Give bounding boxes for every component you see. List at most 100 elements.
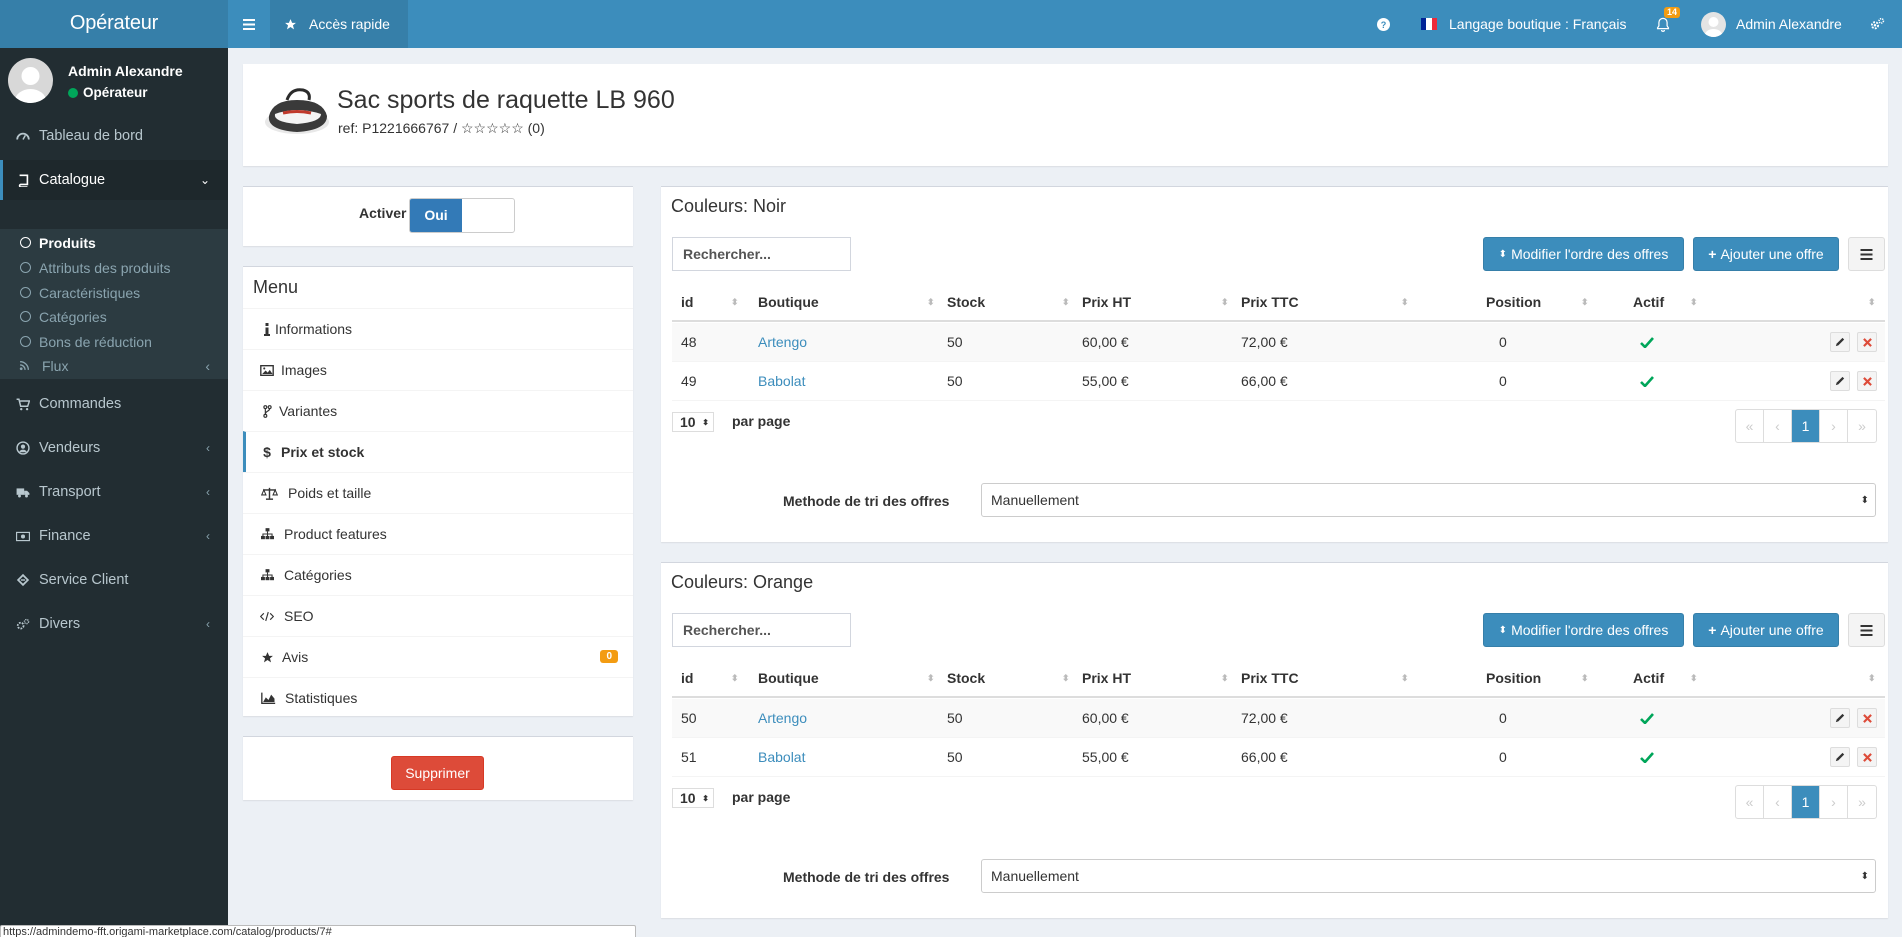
menu-item-variantes[interactable]: Variantes: [243, 390, 633, 431]
add-offer-button[interactable]: + Ajouter une offre: [1693, 613, 1839, 647]
menu-item-seo[interactable]: SEO: [243, 595, 633, 636]
column-header-position[interactable]: Position: [1486, 659, 1541, 696]
sort-arrows-icon[interactable]: ⬍: [1581, 297, 1589, 308]
column-header-id[interactable]: id: [681, 283, 693, 320]
quick-access-button[interactable]: Accès rapide: [270, 0, 408, 48]
edit-pencil-icon[interactable]: [1830, 371, 1850, 391]
delete-x-icon[interactable]: [1857, 371, 1877, 391]
menu-item-categories[interactable]: Catégories: [243, 554, 633, 595]
column-header-price-ttc[interactable]: Prix TTC: [1241, 283, 1299, 320]
menu-item-product-features[interactable]: Product features: [243, 513, 633, 554]
sidebar-item-label: Service Client: [39, 572, 129, 588]
first-page-icon[interactable]: «: [1736, 786, 1764, 818]
sidebar-item-divers[interactable]: Divers ‹: [0, 604, 228, 644]
edit-pencil-icon[interactable]: [1830, 747, 1850, 767]
add-offer-button[interactable]: + Ajouter une offre: [1693, 237, 1839, 271]
current-page[interactable]: 1: [1792, 786, 1820, 818]
column-header-actif[interactable]: Actif: [1633, 283, 1664, 320]
sort-arrows-icon[interactable]: ⬍: [1690, 673, 1698, 684]
menu-item-informations[interactable]: Informations: [243, 308, 633, 349]
logo[interactable]: Opérateur: [0, 0, 228, 48]
columns-menu-icon[interactable]: [1848, 237, 1885, 271]
language-selector[interactable]: Langage boutique : Français: [1421, 0, 1626, 48]
sort-arrows-icon[interactable]: ⬍: [1401, 673, 1409, 684]
sort-arrows-icon[interactable]: ⬍: [1062, 673, 1070, 684]
menu-item-images[interactable]: Images: [243, 349, 633, 390]
column-header-actif[interactable]: Actif: [1633, 659, 1664, 696]
settings-gears-icon[interactable]: [1870, 0, 1885, 48]
offer-shop-link[interactable]: Artengo: [758, 699, 807, 737]
offer-shop-link[interactable]: Artengo: [758, 323, 807, 361]
column-header-shop[interactable]: Boutique: [758, 283, 819, 320]
sort-arrows-icon[interactable]: ⬍: [1868, 673, 1876, 684]
delete-button[interactable]: Supprimer: [391, 756, 484, 790]
sort-arrows-icon[interactable]: ⬍: [1221, 297, 1229, 308]
menu-item-poids-taille[interactable]: Poids et taille: [243, 472, 633, 513]
menu-item-statistiques[interactable]: Statistiques: [243, 677, 633, 718]
last-page-icon[interactable]: »: [1848, 786, 1876, 818]
activate-toggle[interactable]: Oui: [409, 198, 515, 233]
sidebar-subitem-flux[interactable]: Flux ‹: [0, 353, 228, 378]
offer-shop-link[interactable]: Babolat: [758, 362, 805, 400]
sidebar-item-service-client[interactable]: Service Client: [0, 560, 228, 600]
reorder-offers-button[interactable]: ⬍ Modifier l'ordre des offres: [1483, 237, 1684, 271]
reorder-offers-button[interactable]: ⬍ Modifier l'ordre des offres: [1483, 613, 1684, 647]
delete-x-icon[interactable]: [1857, 747, 1877, 767]
column-header-price-ttc[interactable]: Prix TTC: [1241, 659, 1299, 696]
sort-arrows-icon[interactable]: ⬍: [731, 673, 739, 684]
sidebar-item-vendeurs[interactable]: Vendeurs ‹: [0, 428, 228, 468]
sidebar-item-commandes[interactable]: Commandes: [0, 384, 228, 424]
menu-item-avis[interactable]: Avis 0: [243, 636, 633, 677]
per-page-select[interactable]: 10 ⬍: [672, 412, 714, 432]
sidebar-toggle-icon[interactable]: [228, 0, 270, 48]
edit-pencil-icon[interactable]: [1830, 332, 1850, 352]
sidebar-subitem-bons-reduction[interactable]: Bons de réduction: [0, 329, 228, 354]
sidebar-subitem-attributs[interactable]: Attributs des produits: [0, 255, 228, 280]
delete-x-icon[interactable]: [1857, 708, 1877, 728]
sort-arrows-icon[interactable]: ⬍: [1690, 297, 1698, 308]
prev-page-icon[interactable]: ‹: [1764, 786, 1792, 818]
per-page-label: par page: [732, 789, 791, 805]
column-header-id[interactable]: id: [681, 659, 693, 696]
column-header-stock[interactable]: Stock: [947, 283, 985, 320]
sort-arrows-icon[interactable]: ⬍: [1868, 297, 1876, 308]
column-header-price-ht[interactable]: Prix HT: [1082, 659, 1131, 696]
next-page-icon[interactable]: ›: [1820, 786, 1848, 818]
column-header-shop[interactable]: Boutique: [758, 659, 819, 696]
sidebar-item-dashboard[interactable]: Tableau de bord: [0, 117, 228, 155]
menu-item-prix-stock[interactable]: $ Prix et stock: [243, 431, 633, 472]
sidebar-item-catalogue[interactable]: Catalogue ⌄: [0, 160, 228, 200]
first-page-icon[interactable]: «: [1736, 410, 1764, 442]
sort-method-select[interactable]: Manuellement ⬍: [981, 859, 1876, 893]
column-header-position[interactable]: Position: [1486, 283, 1541, 320]
delete-x-icon[interactable]: [1857, 332, 1877, 352]
sort-arrows-icon[interactable]: ⬍: [1062, 297, 1070, 308]
sort-arrows-icon[interactable]: ⬍: [731, 297, 739, 308]
sidebar-item-transport[interactable]: Transport ‹: [0, 472, 228, 512]
sort-arrows-icon[interactable]: ⬍: [1221, 673, 1229, 684]
search-input[interactable]: Rechercher...: [672, 613, 851, 647]
sort-arrows-icon[interactable]: ⬍: [927, 673, 935, 684]
sort-arrows-icon[interactable]: ⬍: [1581, 673, 1589, 684]
per-page-select[interactable]: 10 ⬍: [672, 788, 714, 808]
column-header-stock[interactable]: Stock: [947, 659, 985, 696]
sidebar-subitem-categories[interactable]: Catégories: [0, 304, 228, 329]
sort-arrows-icon[interactable]: ⬍: [1401, 297, 1409, 308]
sidebar-item-finance[interactable]: Finance ‹: [0, 516, 228, 556]
current-page[interactable]: 1: [1792, 410, 1820, 442]
help-icon[interactable]: ?: [1377, 0, 1390, 48]
sidebar-subitem-caracteristiques[interactable]: Caractéristiques: [0, 280, 228, 305]
sort-arrows-icon[interactable]: ⬍: [927, 297, 935, 308]
columns-menu-icon[interactable]: [1848, 613, 1885, 647]
column-header-price-ht[interactable]: Prix HT: [1082, 283, 1131, 320]
prev-page-icon[interactable]: ‹: [1764, 410, 1792, 442]
next-page-icon[interactable]: ›: [1820, 410, 1848, 442]
edit-pencil-icon[interactable]: [1830, 708, 1850, 728]
sidebar-subitem-produits[interactable]: Produits: [0, 230, 228, 255]
sort-method-select[interactable]: Manuellement ⬍: [981, 483, 1876, 517]
user-menu[interactable]: Admin Alexandre: [1701, 0, 1842, 48]
offer-shop-link[interactable]: Babolat: [758, 738, 805, 776]
search-input[interactable]: Rechercher...: [672, 237, 851, 271]
offers-panel-orange: Couleurs: Orange Rechercher... ⬍ Modifier l…: [661, 562, 1888, 918]
last-page-icon[interactable]: »: [1848, 410, 1876, 442]
